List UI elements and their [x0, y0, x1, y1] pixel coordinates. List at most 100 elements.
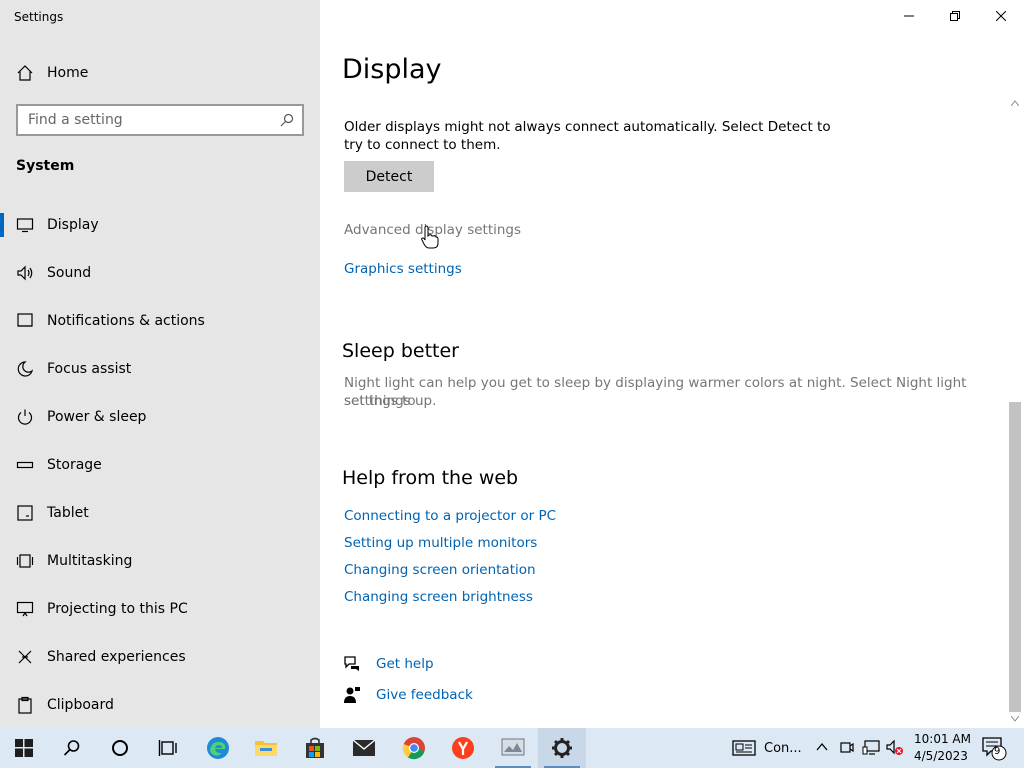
search-icon: [280, 113, 294, 127]
chevron-up-icon[interactable]: [816, 742, 828, 752]
clock-time[interactable]: 10:01 AM: [914, 732, 971, 746]
clock-date[interactable]: 4/5/2023: [914, 749, 968, 763]
scroll-thumb[interactable]: [1009, 402, 1021, 712]
news-icon[interactable]: [732, 740, 756, 756]
help-link-screen-brightness[interactable]: Changing screen brightness: [344, 589, 533, 605]
page-title: Display: [342, 54, 442, 85]
taskbar-search-button[interactable]: [48, 728, 96, 768]
app-title: Settings: [14, 10, 64, 24]
main-content: Display Older displays might not always …: [320, 0, 1024, 728]
sidebar-item-notifications[interactable]: Notifications & actions: [0, 301, 320, 341]
scroll-down-icon[interactable]: [1011, 716, 1019, 722]
sidebar-item-label: Clipboard: [47, 697, 114, 713]
sidebar-item-power-sleep[interactable]: Power & sleep: [0, 397, 320, 437]
power-icon: [17, 409, 33, 425]
settings-window: Settings Home System Display Sound: [0, 0, 1024, 728]
store-icon: [306, 737, 324, 758]
settings-icon: [552, 738, 572, 758]
speaker-icon: [17, 265, 33, 281]
meet-now-icon[interactable]: [840, 740, 854, 756]
notification-icon: [17, 313, 33, 327]
sidebar-item-label: Power & sleep: [47, 409, 147, 425]
sidebar-item-label: Notifications & actions: [47, 313, 205, 329]
app-icon: [501, 738, 525, 756]
help-link-multiple-monitors[interactable]: Setting up multiple monitors: [344, 535, 537, 551]
sidebar-item-tablet[interactable]: Tablet: [0, 493, 320, 533]
sidebar-item-clipboard[interactable]: Clipboard: [0, 685, 320, 725]
home-link[interactable]: Home: [0, 56, 320, 90]
moon-icon: [17, 361, 34, 377]
settings-taskbar-button[interactable]: [538, 728, 586, 768]
sleep-better-heading: Sleep better: [342, 340, 459, 362]
search-box[interactable]: [16, 104, 304, 136]
sidebar: Settings Home System Display Sound: [0, 0, 320, 728]
sleep-description-line1: Night light can help you get to sleep by…: [344, 375, 967, 409]
scroll-up-icon[interactable]: [1011, 100, 1019, 106]
task-view-icon: [158, 740, 177, 756]
notification-count: 9: [994, 746, 1001, 757]
search-icon: [63, 740, 80, 756]
sidebar-item-storage[interactable]: Storage: [0, 445, 320, 485]
volume-muted-icon[interactable]: [886, 740, 904, 756]
detect-button[interactable]: Detect: [344, 161, 434, 192]
start-button[interactable]: [0, 728, 48, 768]
sidebar-item-label: Shared experiences: [47, 649, 186, 665]
indicator: [0, 453, 4, 477]
give-feedback-icon: [344, 687, 360, 703]
sidebar-item-label: Sound: [47, 265, 92, 281]
cortana-icon: [112, 740, 128, 756]
indicator: [0, 309, 4, 333]
section-label: System: [16, 158, 75, 174]
task-view-button[interactable]: [144, 728, 192, 768]
detect-description-line2: try to connect to them.: [344, 137, 501, 153]
news-label[interactable]: Con...: [764, 741, 802, 756]
help-from-web-heading: Help from the web: [342, 467, 519, 489]
start-icon: [15, 739, 33, 757]
sidebar-item-projecting[interactable]: Projecting to this PC: [0, 589, 320, 629]
sidebar-item-label: Focus assist: [47, 361, 132, 377]
home-icon: [17, 65, 33, 81]
taskbar: Con... 10:01 AM 4/5/2023 9: [0, 728, 1024, 768]
chrome-button[interactable]: [390, 728, 438, 768]
mail-button[interactable]: [340, 728, 388, 768]
multitasking-icon: [16, 554, 34, 568]
clipboard-icon: [18, 696, 32, 714]
sidebar-item-display[interactable]: Display: [0, 205, 320, 245]
indicator: [0, 405, 4, 429]
file-explorer-button[interactable]: [242, 728, 290, 768]
yandex-button[interactable]: [439, 728, 487, 768]
running-app-button[interactable]: [489, 728, 537, 768]
monitor-icon: [16, 218, 34, 233]
tablet-icon: [17, 505, 33, 521]
indicator: [0, 357, 4, 381]
cortana-button[interactable]: [96, 728, 144, 768]
sidebar-item-label: Storage: [47, 457, 102, 473]
indicator: [0, 645, 4, 669]
edge-icon: [207, 737, 229, 759]
sidebar-item-label: Display: [47, 217, 99, 233]
search-input[interactable]: [18, 106, 268, 134]
sidebar-item-sound[interactable]: Sound: [0, 253, 320, 293]
edge-button[interactable]: [194, 728, 242, 768]
help-link-projector[interactable]: Connecting to a projector or PC: [344, 508, 556, 524]
sidebar-item-focus-assist[interactable]: Focus assist: [0, 349, 320, 389]
file-explorer-icon: [255, 741, 277, 756]
active-indicator: [0, 213, 4, 237]
network-icon[interactable]: [862, 740, 880, 756]
give-feedback-link[interactable]: Give feedback: [376, 687, 473, 703]
sidebar-item-shared-experiences[interactable]: Shared experiences: [0, 637, 320, 677]
sidebar-item-multitasking[interactable]: Multitasking: [0, 541, 320, 581]
home-label: Home: [47, 65, 89, 81]
sidebar-item-label: Tablet: [47, 505, 89, 521]
chrome-icon: [402, 737, 425, 760]
yandex-icon: [452, 737, 474, 759]
store-button[interactable]: [291, 728, 339, 768]
graphics-settings-link[interactable]: Graphics settings: [344, 261, 462, 277]
hand-cursor-icon: [421, 225, 439, 249]
shared-icon: [18, 650, 32, 664]
detect-description-line1: Older displays might not always connect …: [344, 119, 831, 135]
sidebar-item-label: Projecting to this PC: [47, 601, 188, 617]
help-link-screen-orientation[interactable]: Changing screen orientation: [344, 562, 536, 578]
projecting-icon: [16, 601, 34, 617]
get-help-link[interactable]: Get help: [376, 656, 434, 672]
